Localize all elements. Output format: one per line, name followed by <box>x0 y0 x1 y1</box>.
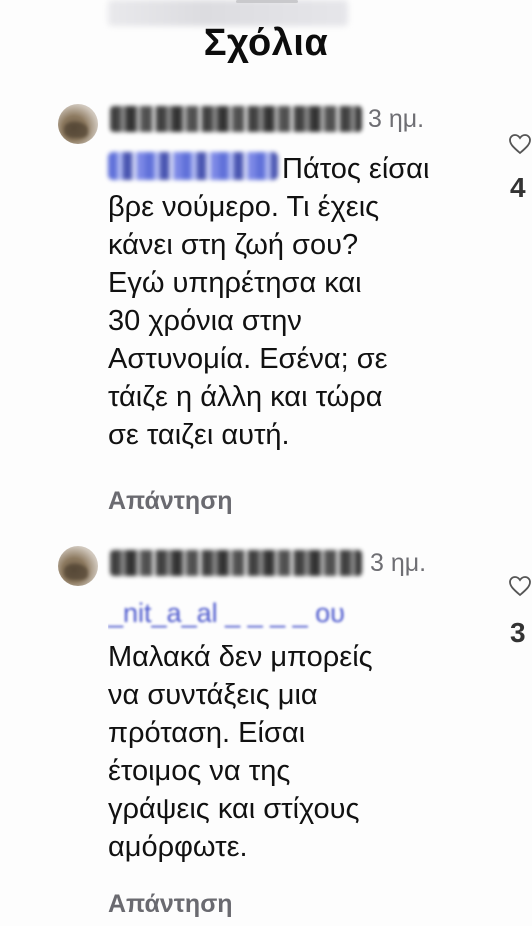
mention-text: _nit_a_al _ _ _ _ ου <box>108 598 345 628</box>
mention-tag[interactable]: _nit_a_al _ _ _ _ ου <box>108 596 438 630</box>
comment-time: 3 ημ. <box>370 549 427 577</box>
like-count: 4 <box>510 172 526 203</box>
avatar[interactable] <box>58 546 98 586</box>
heart-outline-icon[interactable] <box>508 574 532 598</box>
reply-button[interactable]: Απάντηση <box>108 890 233 919</box>
page-title: Σχόλια <box>203 22 329 64</box>
comment-text: Πάτος είσαι βρε νούμερο. Τι έχεις κάνει … <box>108 153 430 451</box>
comment-text: Μαλακά δεν μπορείς να συντάξεις μια πρότ… <box>108 641 373 863</box>
comment-time: 3 ημ. <box>368 105 425 133</box>
reply-button[interactable]: Απάντηση <box>108 487 233 516</box>
username-redacted[interactable] <box>110 106 362 132</box>
username-redacted[interactable] <box>110 550 362 576</box>
sheet-handle[interactable] <box>236 0 298 3</box>
comments-screen: Σχόλια 3 ημ. Πάτος είσαι βρε νούμερο. Τι… <box>0 0 532 926</box>
avatar[interactable] <box>58 104 98 144</box>
heart-outline-icon[interactable] <box>508 132 532 156</box>
like-count: 3 <box>510 617 526 648</box>
